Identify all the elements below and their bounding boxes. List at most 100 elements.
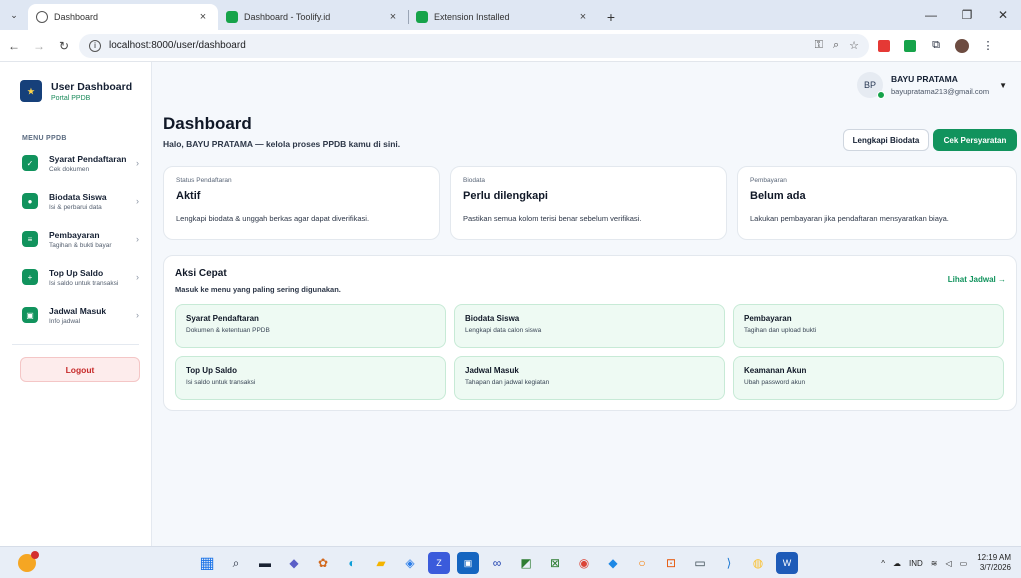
tab-title: Extension Installed	[434, 12, 510, 22]
sidebar-item-label: Jadwal Masuk	[49, 305, 107, 316]
close-tab-icon[interactable]: ×	[196, 11, 210, 23]
quick-actions-title: Aksi Cepat	[175, 268, 227, 279]
network-app-icon[interactable]: ☁	[893, 559, 901, 568]
chart-app-icon[interactable]: ◩	[515, 552, 537, 574]
sidebar-item-label: Biodata Siswa	[49, 191, 107, 202]
window-controls: — ❐ ✕	[913, 0, 1021, 30]
quick-card-keamanan[interactable]: Keamanan Akun Ubah password akun	[733, 356, 1004, 400]
quick-card-title: Biodata Siswa	[465, 314, 520, 323]
sidebar-item-label: Pembayaran	[49, 229, 100, 240]
extension-red-icon[interactable]	[873, 35, 895, 57]
quick-card-desc: Isi saldo untuk transaksi	[186, 379, 256, 386]
new-tab-button[interactable]: +	[598, 4, 624, 30]
copilot-icon[interactable]: ✿	[312, 552, 334, 574]
language-indicator[interactable]: IND	[909, 559, 923, 568]
close-window-icon[interactable]: ✕	[985, 0, 1021, 30]
xampp-icon[interactable]: ⊡	[660, 552, 682, 574]
circle-app-icon[interactable]: ○	[631, 552, 653, 574]
chevron-up-icon[interactable]: ^	[881, 559, 885, 568]
quick-card-jadwal[interactable]: Jadwal Masuk Tahapan dan jadwal kegiatan	[454, 356, 725, 400]
notification-badge	[31, 551, 39, 559]
battery-icon[interactable]: ▭	[960, 559, 968, 568]
stat-value: Perlu dilengkapi	[463, 190, 548, 202]
extension-green-icon[interactable]	[899, 35, 921, 57]
sidebar-item-jadwal[interactable]: ▣ Jadwal Masuk Info jadwal ›	[0, 296, 151, 334]
file-explorer-icon[interactable]: ▰	[370, 552, 392, 574]
forward-icon[interactable]: →	[28, 35, 50, 57]
caret-down-icon[interactable]: ▼	[999, 81, 1007, 90]
brand-subtitle: Portal PPDB	[51, 94, 91, 102]
stat-card-biodata: Biodata Perlu dilengkapi Pastikan semua …	[450, 166, 727, 240]
back-icon[interactable]: ←	[3, 35, 25, 57]
volume-icon[interactable]: ◁	[945, 559, 951, 568]
sidebar-item-sub: Tagihan & bukti bayar	[49, 241, 112, 249]
bill-icon: ≡	[22, 231, 38, 247]
lihat-jadwal-link[interactable]: Lihat Jadwal →	[948, 275, 1006, 284]
site-info-icon[interactable]: i	[89, 39, 101, 52]
quick-card-biodata[interactable]: Biodata Siswa Lengkapi data calon siswa	[454, 304, 725, 348]
terminal-icon[interactable]: ▭	[689, 552, 711, 574]
online-status-icon	[876, 91, 885, 99]
word-icon[interactable]: W	[776, 552, 798, 574]
app-z-icon[interactable]: Z	[428, 552, 450, 574]
sidebar-item-biodata[interactable]: ● Biodata Siswa Isi & perbarui data ›	[0, 182, 151, 220]
store-icon[interactable]: ◈	[399, 552, 421, 574]
tab-extension-installed[interactable]: Extension Installed ×	[408, 4, 598, 30]
chevron-right-icon: ›	[136, 272, 139, 282]
quick-actions-panel: Aksi Cepat Masuk ke menu yang paling ser…	[163, 255, 1017, 411]
sidebar-item-pembayaran[interactable]: ≡ Pembayaran Tagihan & bukti bayar ›	[0, 220, 151, 258]
avatar[interactable]: BP	[856, 72, 885, 99]
edge-icon[interactable]: ◐	[341, 552, 363, 574]
clock[interactable]: 12:19 AM 3/7/2026	[977, 553, 1011, 573]
quick-card-pembayaran[interactable]: Pembayaran Tagihan dan upload bukti	[733, 304, 1004, 348]
more-menu-icon[interactable]: ⋮	[977, 35, 999, 57]
profile-icon[interactable]	[951, 35, 973, 57]
quick-card-title: Top Up Saldo	[186, 366, 237, 375]
quick-card-syarat[interactable]: Syarat Pendaftaran Dokumen & ketentuan P…	[175, 304, 446, 348]
teams-icon[interactable]: ◆	[283, 552, 305, 574]
zoom-icon[interactable]: ⌕	[833, 39, 839, 52]
chevron-right-icon: ›	[136, 234, 139, 244]
sidebar-item-syarat[interactable]: ✓ Syarat Pendaftaran Cek dokumen ›	[0, 144, 151, 182]
school-logo-icon: ★	[20, 80, 42, 102]
stat-card-pembayaran: Pembayaran Belum ada Lakukan pembayaran …	[737, 166, 1017, 240]
search-icon[interactable]: ⌕	[225, 552, 247, 574]
minimize-icon[interactable]: —	[913, 0, 949, 30]
page-title: Dashboard	[163, 114, 252, 133]
app-blue-icon[interactable]: ▣	[457, 552, 479, 574]
restore-icon[interactable]: ❐	[949, 0, 985, 30]
vscode-icon[interactable]: ⟩	[718, 552, 740, 574]
stat-label: Biodata	[463, 177, 486, 184]
infinity-icon[interactable]: ∞	[486, 552, 508, 574]
browser-toolbar: ← → ↻ i localhost:8000/user/dashboard ⚿ …	[0, 30, 1021, 62]
close-tab-icon[interactable]: ×	[576, 11, 590, 23]
sidebar-item-topup[interactable]: + Top Up Saldo Isi saldo untuk transaksi …	[0, 258, 151, 296]
diamond-app-icon[interactable]: ◆	[602, 552, 624, 574]
sidebar-item-sub: Isi & perbarui data	[49, 203, 102, 211]
wifi-icon[interactable]: ≋	[931, 559, 938, 568]
reload-icon[interactable]: ↻	[53, 35, 75, 57]
tab-toolify[interactable]: Dashboard - Toolify.id ×	[218, 4, 408, 30]
xbox-icon[interactable]: ⊠	[544, 552, 566, 574]
bookmark-star-icon[interactable]: ☆	[849, 39, 859, 52]
lengkapi-biodata-button[interactable]: Lengkapi Biodata	[843, 129, 929, 151]
browser-tab-strip: ⌄ Dashboard × Dashboard - Toolify.id × E…	[0, 0, 1021, 30]
weather-widget-icon[interactable]	[18, 551, 39, 572]
start-windows-icon[interactable]: ▦	[196, 552, 218, 574]
chrome-profile-icon[interactable]: ◍	[747, 552, 769, 574]
chrome-icon[interactable]: ◉	[573, 552, 595, 574]
task-view-icon[interactable]: ▬	[254, 552, 276, 574]
quick-card-topup[interactable]: Top Up Saldo Isi saldo untuk transaksi	[175, 356, 446, 400]
password-key-icon[interactable]: ⚿	[815, 39, 823, 52]
tab-search-icon[interactable]: ⌄	[0, 0, 28, 30]
logout-button[interactable]: Logout	[20, 357, 140, 382]
cek-persyaratan-button[interactable]: Cek Persyaratan	[933, 129, 1017, 151]
close-tab-icon[interactable]: ×	[386, 11, 400, 23]
sidebar-item-label: Top Up Saldo	[49, 267, 104, 278]
stat-desc: Lakukan pembayaran jika pendaftaran mens…	[750, 214, 949, 223]
user-menu[interactable]: BP BAYU PRATAMA bayupratama213@gmail.com…	[856, 72, 1007, 99]
quick-actions-subtitle: Masuk ke menu yang paling sering digunak…	[175, 285, 341, 294]
tab-dashboard[interactable]: Dashboard ×	[28, 4, 218, 30]
address-bar[interactable]: i localhost:8000/user/dashboard ⚿ ⌕ ☆	[79, 33, 869, 58]
extensions-puzzle-icon[interactable]: ⧉	[925, 35, 947, 57]
